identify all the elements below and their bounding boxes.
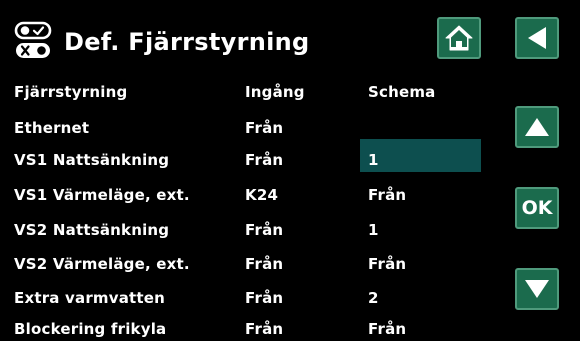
- row-name: VS1 Nattsänkning: [14, 151, 170, 169]
- row-schedule[interactable]: Från: [368, 255, 406, 273]
- row-input[interactable]: Från: [245, 151, 283, 169]
- row-name: VS2 Nattsänkning: [14, 221, 170, 239]
- row-name: VS2 Värmeläge, ext.: [14, 255, 190, 273]
- row-schedule[interactable]: Från: [368, 186, 406, 204]
- column-header-name: Fjärrstyrning: [14, 83, 128, 101]
- row-schedule[interactable]: 1: [368, 151, 379, 169]
- remote-control-icon: [13, 21, 57, 61]
- row-input[interactable]: Från: [245, 255, 283, 273]
- row-name: Blockering frikyla: [14, 320, 167, 338]
- row-schedule[interactable]: 1: [368, 221, 379, 239]
- home-button[interactable]: [437, 17, 481, 59]
- table-row[interactable]: VS2 Nattsänkning Från 1: [14, 218, 494, 242]
- up-button[interactable]: [515, 106, 559, 148]
- ok-label: OK: [521, 197, 553, 219]
- arrow-left-icon: [528, 27, 546, 49]
- row-schedule[interactable]: Från: [368, 320, 406, 338]
- page-title: Def. Fjärrstyrning: [64, 28, 310, 56]
- ok-button[interactable]: OK: [515, 187, 559, 229]
- home-icon: [445, 25, 473, 51]
- table-row[interactable]: Ethernet Från: [14, 116, 494, 140]
- row-input[interactable]: Från: [245, 320, 283, 338]
- row-input[interactable]: K24: [245, 186, 278, 204]
- row-schedule[interactable]: 2: [368, 289, 379, 307]
- down-button[interactable]: [515, 268, 559, 310]
- row-input[interactable]: Från: [245, 119, 283, 137]
- row-input[interactable]: Från: [245, 289, 283, 307]
- table-row[interactable]: VS1 Värmeläge, ext. K24 Från: [14, 183, 494, 207]
- row-name: VS1 Värmeläge, ext.: [14, 186, 190, 204]
- column-headers: Fjärrstyrning Ingång Schema: [14, 80, 494, 104]
- table-row[interactable]: VS1 Nattsänkning Från 1: [14, 148, 494, 172]
- row-name: Extra varmvatten: [14, 289, 166, 307]
- arrow-down-icon: [525, 280, 549, 298]
- column-header-input: Ingång: [245, 83, 305, 101]
- back-button[interactable]: [515, 17, 559, 59]
- row-name: Ethernet: [14, 119, 90, 137]
- table-row[interactable]: Blockering frikyla Från Från: [14, 317, 494, 341]
- table-row[interactable]: VS2 Värmeläge, ext. Från Från: [14, 252, 494, 276]
- row-input[interactable]: Från: [245, 221, 283, 239]
- table-row[interactable]: Extra varmvatten Från 2: [14, 286, 494, 310]
- arrow-up-icon: [525, 118, 549, 136]
- column-header-schedule: Schema: [368, 83, 436, 101]
